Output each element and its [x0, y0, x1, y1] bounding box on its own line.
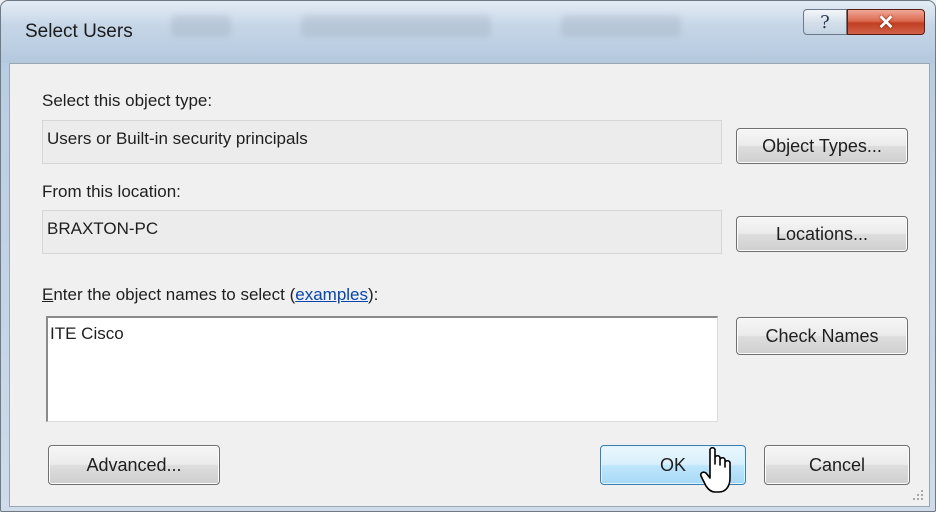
background-blur	[171, 15, 231, 37]
location-field: BRAXTON-PC	[42, 210, 722, 254]
close-icon[interactable]: ✕	[847, 9, 925, 35]
object-type-label: Select this object type:	[42, 91, 213, 110]
object-types-button[interactable]: Object Types...	[736, 128, 908, 164]
access-key-letter: E	[42, 285, 54, 304]
advanced-button[interactable]: Advanced...	[48, 445, 220, 485]
mouse-pointer-icon	[700, 446, 731, 493]
select-users-dialog: Select Users ? ✕ Select this object type…	[0, 0, 936, 512]
background-blur	[301, 15, 491, 37]
object-names-label-end: ):	[368, 285, 379, 304]
examples-link[interactable]: examples	[295, 285, 368, 304]
object-names-input[interactable]: ITE Cisco	[46, 316, 718, 422]
check-names-button[interactable]: Check Names	[736, 317, 908, 355]
title-bar[interactable]: Select Users ? ✕	[1, 1, 935, 63]
object-type-field: Users or Built-in security principals	[42, 120, 722, 164]
window-title: Select Users	[25, 21, 133, 42]
location-label: From this location:	[42, 182, 181, 201]
locations-button[interactable]: Locations...	[736, 216, 908, 252]
dialog-body: Select this object type: Users or Built-…	[9, 63, 930, 507]
object-names-label: Enter the object names to select (exampl…	[42, 285, 378, 305]
help-icon[interactable]: ?	[803, 9, 847, 35]
background-blur	[561, 15, 681, 37]
cancel-button[interactable]: Cancel	[764, 445, 910, 485]
resize-grip-icon[interactable]	[905, 487, 927, 505]
object-names-label-text: nter the object names to select (	[53, 285, 296, 304]
